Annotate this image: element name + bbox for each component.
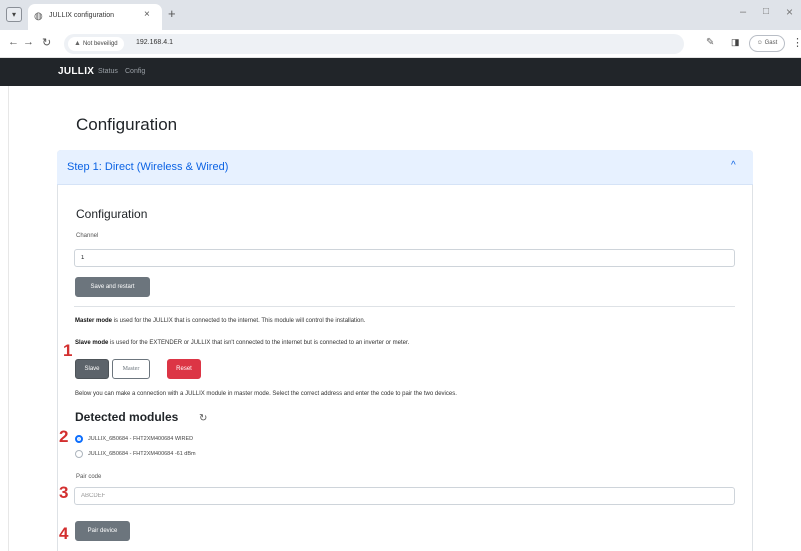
warning-triangle-icon: ▲: [74, 40, 81, 47]
profile-label: Gast: [764, 40, 778, 46]
window-close-icon[interactable]: ×: [786, 5, 793, 19]
extensions-icon[interactable]: ✎: [706, 37, 714, 48]
arrow-right-icon[interactable]: →: [23, 36, 34, 48]
chevron-up-icon: ^: [731, 160, 736, 171]
accordion-title: Step 1: Direct (Wireless & Wired): [67, 161, 229, 173]
browser-tab[interactable]: ◍ JULLIX configuration ×: [28, 4, 162, 30]
tab-title: JULLIX configuration: [49, 12, 114, 19]
pairing-instructions: Below you can make a connection with a J…: [75, 391, 457, 397]
master-mode-term: Master mode: [75, 318, 113, 324]
url-field[interactable]: ▲ Not beveiligd 192.168.4.1: [64, 34, 684, 54]
annotation-marker-3: 3: [59, 483, 69, 502]
page-edge-line: [8, 86, 9, 551]
pair-code-label: Pair code: [76, 474, 102, 480]
app-navbar: JULLIX Status Config: [0, 58, 801, 86]
globe-icon: ◍: [34, 11, 43, 22]
annotation-marker-2: 2: [59, 427, 69, 446]
configuration-section-title: Configuration: [76, 207, 148, 221]
url-text: 192.168.4.1: [136, 39, 173, 46]
channel-input[interactable]: [74, 249, 735, 267]
module-radio-1[interactable]: [75, 435, 83, 443]
side-panel-icon[interactable]: ◨: [731, 37, 740, 48]
module-radio-2[interactable]: [75, 450, 83, 458]
slave-mode-description: Slave mode is used for the EXTENDER or J…: [75, 340, 409, 346]
security-chip[interactable]: ▲ Not beveiligd: [68, 37, 124, 51]
detected-modules-title: Detected modules: [75, 410, 179, 424]
save-and-restart-button[interactable]: Save and restart: [75, 277, 150, 297]
nav-link-config[interactable]: Config: [125, 68, 145, 75]
new-tab-button[interactable]: +: [168, 6, 176, 21]
annotation-marker-1: 1: [63, 341, 73, 360]
browser-tab-bar: ▾ ◍ JULLIX configuration × + – □ ×: [0, 0, 801, 30]
master-mode-text: is used for the JULLIX that is connected…: [112, 318, 366, 324]
module-label-2[interactable]: JULLIX_6B0684 - FHT2XM400684 -61 dBm: [88, 451, 196, 457]
reset-button[interactable]: Reset: [167, 359, 201, 379]
brand-logo[interactable]: JULLIX: [58, 66, 94, 77]
menu-kebab-icon[interactable]: ⋮: [792, 36, 801, 49]
channel-label: Channel: [76, 233, 99, 239]
annotation-marker-4: 4: [59, 524, 69, 543]
module-label-1[interactable]: JULLIX_6B0684 - FHT2XM400684 WIRED: [88, 436, 193, 442]
pair-device-button[interactable]: Pair device: [75, 521, 130, 541]
minimize-icon[interactable]: –: [740, 6, 746, 18]
tab-close-icon[interactable]: ×: [144, 9, 150, 20]
maximize-icon[interactable]: □: [763, 6, 769, 17]
tab-menu-icon[interactable]: ▾: [6, 7, 22, 22]
section-divider: [74, 306, 735, 307]
profile-button[interactable]: ☺ Gast: [749, 35, 785, 52]
slave-mode-term: Slave mode: [75, 340, 109, 346]
profile-icon: ☺: [756, 40, 765, 46]
master-mode-description: Master mode is used for the JULLIX that …: [75, 318, 365, 324]
slave-mode-button[interactable]: Slave: [75, 359, 109, 379]
slave-mode-text: is used for the EXTENDER or JULLIX that …: [108, 340, 410, 346]
refresh-icon[interactable]: ↻: [199, 413, 207, 424]
security-label: Not beveiligd: [82, 41, 118, 47]
page-title: Configuration: [76, 115, 178, 134]
master-mode-button[interactable]: Master: [112, 359, 150, 379]
reload-icon[interactable]: ↻: [42, 36, 51, 49]
nav-link-status[interactable]: Status: [98, 68, 118, 75]
accordion-header[interactable]: Step 1: Direct (Wireless & Wired) ^: [57, 150, 753, 185]
browser-address-bar: ← → ↻ ▲ Not beveiligd 192.168.4.1 ✎ ◨ ☺ G…: [0, 30, 801, 58]
pair-code-input[interactable]: [74, 487, 735, 505]
arrow-left-icon[interactable]: ←: [8, 36, 19, 48]
